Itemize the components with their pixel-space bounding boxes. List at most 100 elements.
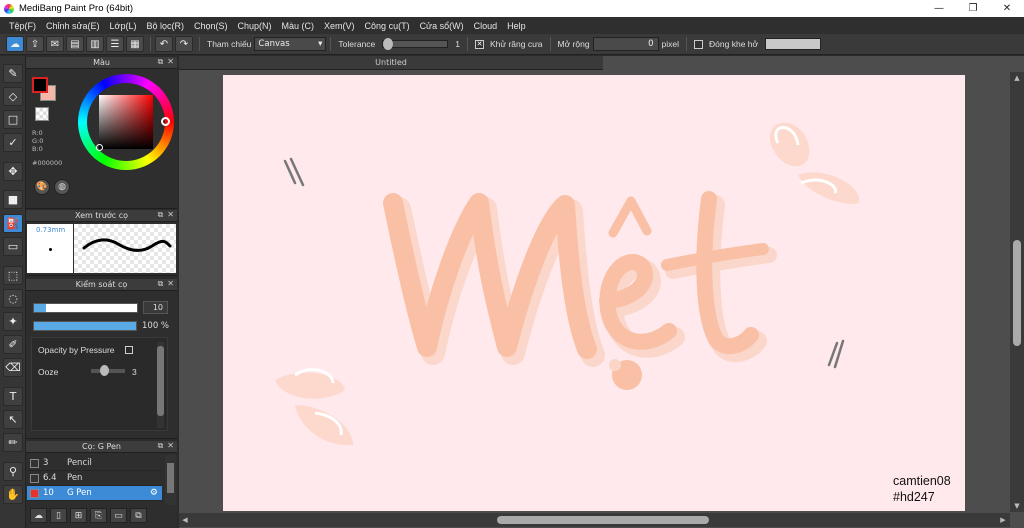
- hue-marker[interactable]: [161, 117, 170, 126]
- brush-size-slider[interactable]: [33, 303, 138, 313]
- reference-select[interactable]: Canvas ▾: [254, 37, 327, 51]
- vertical-scrollbar[interactable]: ▲ ▼: [1010, 72, 1024, 512]
- lasso-icon[interactable]: ◌: [3, 289, 23, 308]
- text-icon[interactable]: T: [3, 387, 23, 406]
- cloud-brush-icon[interactable]: ☁: [30, 508, 47, 523]
- close-panel-icon[interactable]: ✕: [167, 210, 174, 220]
- opacity-pressure-checkbox[interactable]: [125, 346, 133, 354]
- pencil-small-icon[interactable]: ✏: [3, 433, 23, 452]
- pen-icon[interactable]: ✓: [3, 133, 23, 152]
- brush-control-scrollbar[interactable]: [157, 342, 164, 428]
- maximize-button[interactable]: ❐: [956, 0, 990, 17]
- select-rect-icon[interactable]: ⬚: [3, 266, 23, 285]
- tolerance-slider-knob[interactable]: [383, 38, 394, 50]
- eraser-icon[interactable]: ◇: [3, 87, 23, 106]
- duplicate-icon[interactable]: ⧉: [130, 508, 147, 523]
- tolerance-slider[interactable]: [382, 38, 449, 50]
- share-icon[interactable]: ⇪: [26, 36, 44, 52]
- cloud-icon[interactable]: ☁: [6, 36, 24, 52]
- expand-input[interactable]: 0: [592, 37, 659, 51]
- palette-icon[interactable]: 🎨: [34, 179, 50, 195]
- rect-fill-icon[interactable]: ■: [3, 190, 23, 209]
- menu-bar: Tệp(F) Chỉnh sửa(E) Lớp(L) Bộ lọc(R) Chọ…: [0, 17, 1024, 34]
- hue-wheel[interactable]: [78, 74, 174, 170]
- operation-icon[interactable]: ↖: [3, 410, 23, 429]
- scroll-up-icon[interactable]: ▲: [1010, 72, 1024, 84]
- close-gap-checkbox[interactable]: [694, 39, 704, 49]
- undock-icon[interactable]: ⧉: [158, 210, 164, 220]
- select-eraser-icon[interactable]: ⌫: [3, 358, 23, 377]
- scrollbar-thumb[interactable]: [497, 516, 709, 524]
- color-settings-icon[interactable]: ◍: [54, 179, 70, 195]
- list-icon[interactable]: ☰: [106, 36, 124, 52]
- chat-icon[interactable]: ▤: [66, 36, 84, 52]
- hand-icon[interactable]: ✋: [3, 485, 23, 504]
- close-gap-level-box[interactable]: [765, 38, 822, 50]
- minimize-button[interactable]: —: [922, 0, 956, 17]
- scrollbar-thumb[interactable]: [1013, 240, 1021, 346]
- shape-icon[interactable]: □: [3, 110, 23, 129]
- menu-view[interactable]: Xem(V): [319, 21, 360, 31]
- app-logo-icon: [4, 3, 14, 14]
- brush-icon[interactable]: ✎: [3, 64, 23, 83]
- brush-item-g-pen[interactable]: 10 G Pen ⚙: [27, 486, 162, 501]
- dropper-icon[interactable]: ⚲: [3, 462, 23, 481]
- menu-help[interactable]: Help: [502, 21, 531, 31]
- brush-size-input[interactable]: 10: [143, 301, 168, 314]
- new-brush-icon[interactable]: ▯: [50, 508, 67, 523]
- undock-icon[interactable]: ⧉: [158, 279, 164, 289]
- bucket-icon[interactable]: ⛽: [3, 214, 23, 233]
- close-panel-icon[interactable]: ✕: [167, 441, 174, 451]
- undo-icon[interactable]: ↶: [155, 36, 173, 52]
- menu-color[interactable]: Màu (C): [277, 21, 320, 31]
- redo-icon[interactable]: ↷: [175, 36, 193, 52]
- scroll-down-icon[interactable]: ▼: [1010, 500, 1024, 512]
- ooze-slider-knob[interactable]: [100, 365, 109, 376]
- brush-list-scrollbar[interactable]: [165, 455, 176, 505]
- gradient-icon[interactable]: ▭: [3, 237, 23, 256]
- gear-icon[interactable]: ⚙: [150, 488, 158, 498]
- ooze-slider[interactable]: [91, 365, 125, 376]
- copy-brush-icon[interactable]: ⎘: [90, 508, 107, 523]
- close-button[interactable]: ✕: [990, 0, 1024, 17]
- undock-icon[interactable]: ⧉: [158, 441, 164, 451]
- menu-filter[interactable]: Bộ lọc(R): [141, 21, 189, 31]
- document-tab[interactable]: Untitled: [179, 56, 603, 70]
- move-icon[interactable]: ✥: [3, 162, 23, 181]
- sv-marker[interactable]: [96, 144, 103, 151]
- menu-select[interactable]: Chọn(S): [189, 21, 233, 31]
- comment-icon[interactable]: ✉: [46, 36, 64, 52]
- antialias-checkbox[interactable]: ✕: [475, 39, 485, 49]
- menu-edit[interactable]: Chỉnh sửa(E): [41, 21, 105, 31]
- select-pen-icon[interactable]: ✐: [3, 335, 23, 354]
- menu-tools[interactable]: Công cụ(T): [360, 21, 415, 31]
- menu-cloud[interactable]: Cloud: [469, 21, 503, 31]
- add-brush-icon[interactable]: ⊞: [70, 508, 87, 523]
- brush-item-size: 3: [43, 458, 49, 468]
- magic-wand-icon[interactable]: ✦: [3, 312, 23, 331]
- close-panel-icon[interactable]: ✕: [167, 57, 174, 67]
- menu-snap[interactable]: Chụp(N): [233, 21, 277, 31]
- menu-layer[interactable]: Lớp(L): [105, 21, 142, 31]
- scrollbar-thumb[interactable]: [157, 346, 164, 416]
- foreground-color-swatch[interactable]: [32, 77, 48, 93]
- scrollbar-thumb[interactable]: [167, 463, 174, 493]
- undock-icon[interactable]: ⧉: [158, 57, 164, 67]
- window-title: MediBang Paint Pro (64bit): [19, 3, 134, 14]
- scroll-right-icon[interactable]: ▶: [997, 513, 1009, 527]
- tick-marks-right: [827, 339, 845, 369]
- grid-icon[interactable]: ▦: [126, 36, 144, 52]
- brush-opacity-slider[interactable]: [33, 321, 137, 331]
- folder-icon[interactable]: ▭: [110, 508, 127, 523]
- saturation-value-square[interactable]: [99, 95, 153, 149]
- menu-file[interactable]: Tệp(F): [4, 21, 41, 31]
- brush-item-pencil[interactable]: 3 Pencil: [27, 456, 162, 471]
- horizontal-scrollbar[interactable]: ◀ ▶: [179, 513, 1010, 527]
- drawing-canvas[interactable]: camtien08 #hd247: [223, 75, 965, 511]
- document-icon[interactable]: ▥: [86, 36, 104, 52]
- transparent-color-swatch[interactable]: [35, 107, 49, 121]
- scroll-left-icon[interactable]: ◀: [179, 513, 191, 527]
- close-panel-icon[interactable]: ✕: [167, 279, 174, 289]
- menu-window[interactable]: Cửa sổ(W): [415, 21, 469, 31]
- brush-item-pen[interactable]: 6.4 Pen: [27, 471, 162, 486]
